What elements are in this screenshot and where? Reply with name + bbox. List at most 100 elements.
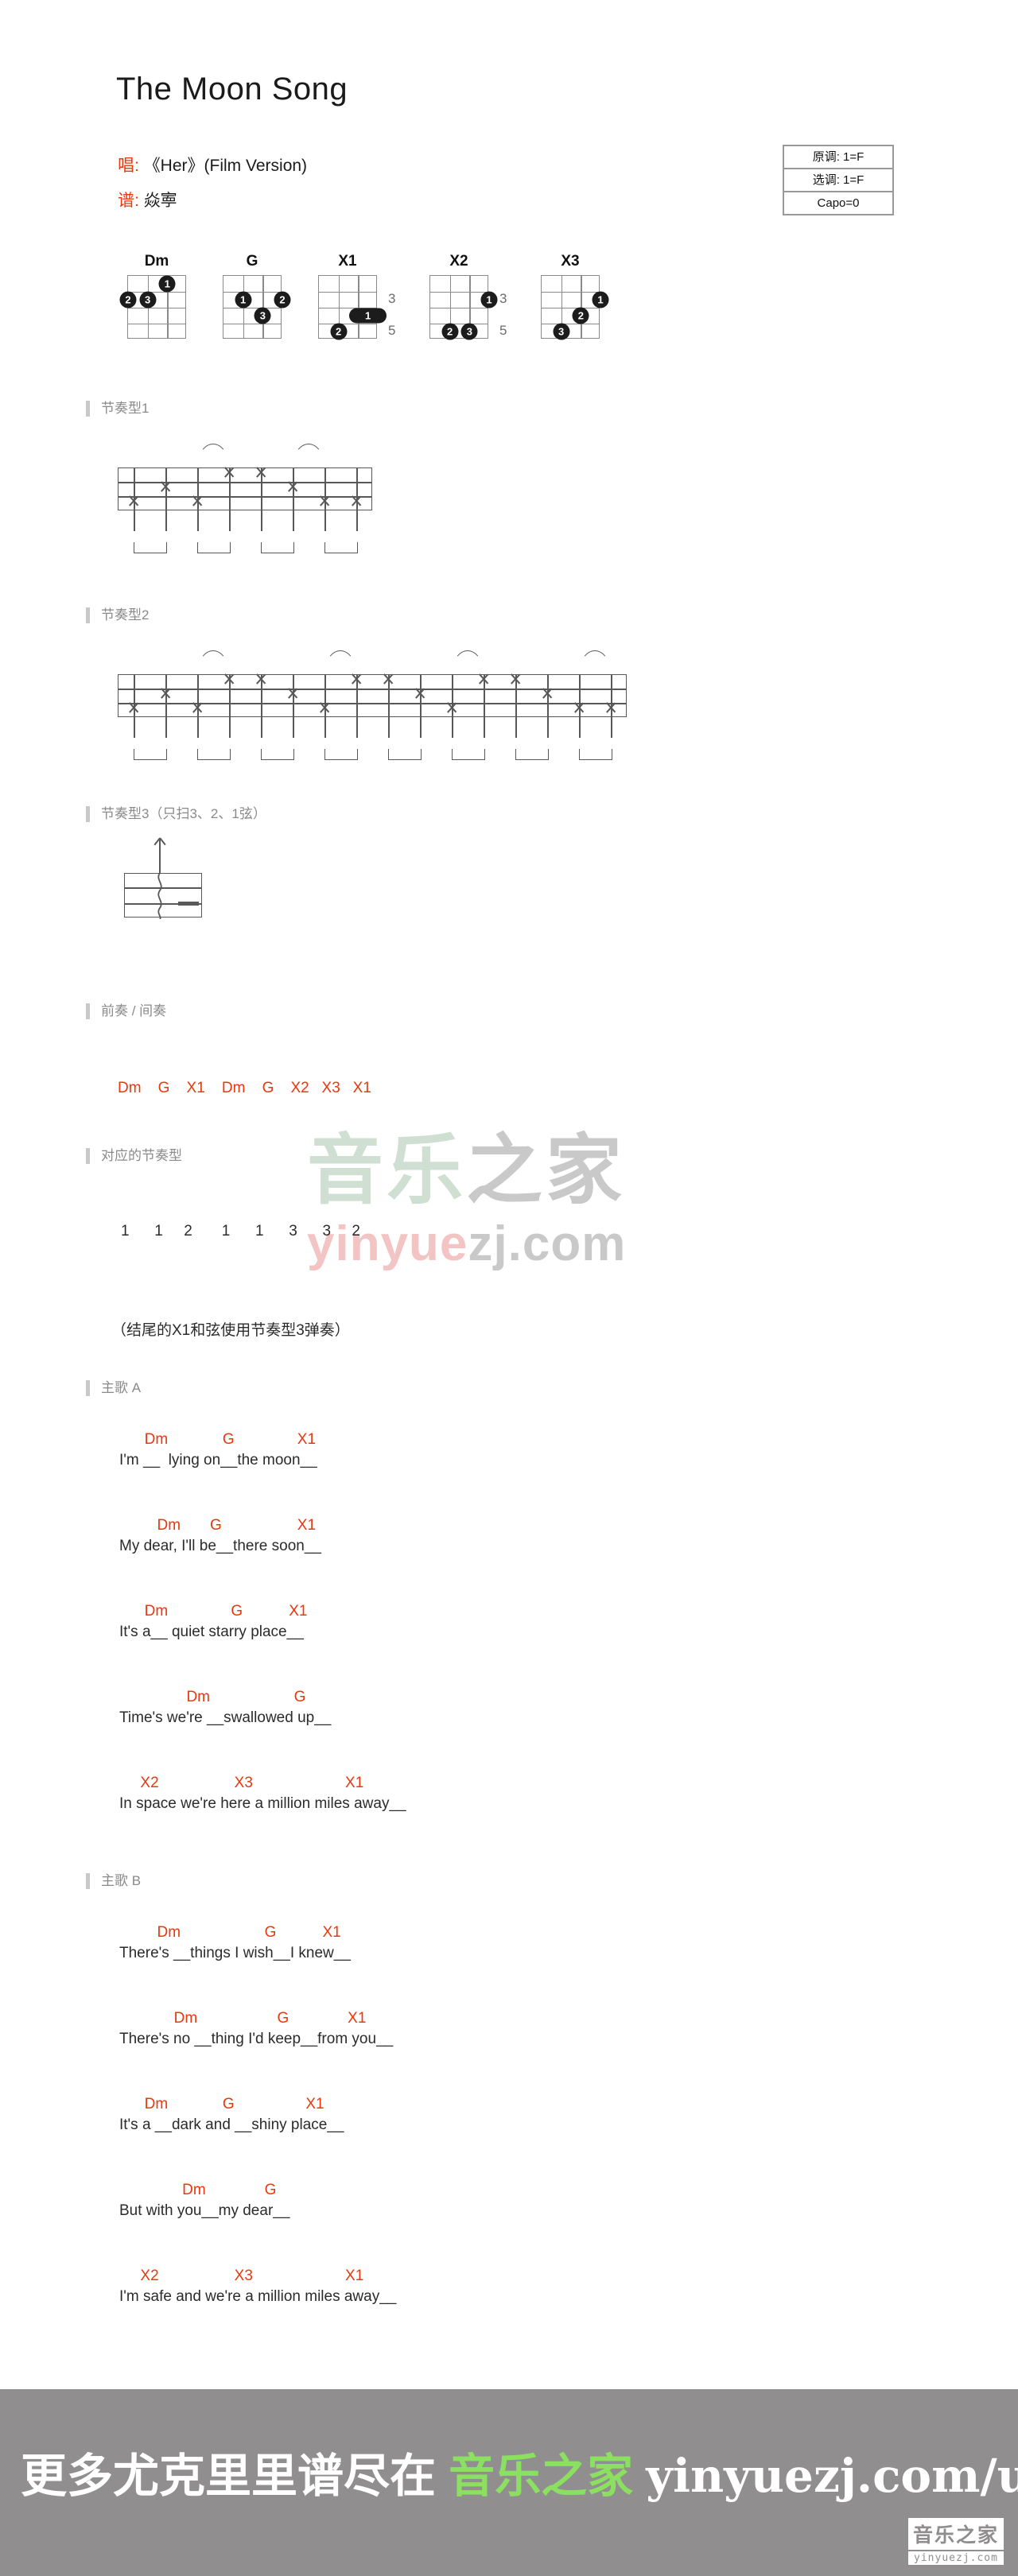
tab-staff-box: [118, 467, 372, 510]
chord-fretboard-grid: 12: [318, 275, 387, 340]
beat-bracket: [388, 749, 422, 760]
verse-b-chord-line: Dm G X1: [119, 1924, 341, 1941]
note-stem: [356, 510, 358, 531]
singer-label: 唱:: [118, 157, 139, 175]
strum-x-mark: [509, 673, 522, 685]
note-stem: [134, 510, 135, 531]
beat-bracket: [515, 749, 549, 760]
tie-slur: [197, 650, 229, 661]
note-stem: [229, 717, 231, 738]
finger-dot: 3: [139, 291, 157, 308]
strum-x-mark: [414, 687, 426, 700]
finger-dot: 3: [553, 323, 570, 340]
note-stem: [165, 510, 167, 531]
intro-chord-row: Dm G X1 Dm G X2 X3 X1: [118, 1080, 371, 1096]
watermark-en-grey: zj.com: [468, 1216, 627, 1271]
finger-dot: 2: [330, 323, 348, 340]
chord-fretboard-grid: 123: [541, 275, 609, 340]
note-stem: [324, 717, 326, 738]
chord-fretboard-grid: 123: [429, 275, 498, 340]
finger-dot: 1: [592, 291, 609, 308]
beat-bracket: [261, 542, 294, 553]
verse-b-chord-line: Dm G: [119, 2182, 277, 2198]
arranger-value: 焱寕: [143, 192, 177, 210]
note-stem: [261, 510, 262, 531]
finger-dot: 3: [460, 323, 478, 340]
section-rhythm1: 节奏型1: [86, 401, 149, 417]
fret-position-number: 5: [499, 323, 507, 338]
footer-banner: 更多尤克里里谱尽在 音乐之家 yinyuezj.com/ukulele 音乐之家…: [0, 2389, 1018, 2576]
strum-x-mark: [159, 480, 172, 493]
chord-diagram-dm: Dm 1 2 3: [119, 253, 186, 339]
strum-x-mark: [382, 673, 394, 685]
r3-duration-dash: [178, 902, 199, 906]
note-stem: [547, 717, 549, 738]
beat-bracket: [579, 749, 612, 760]
strum-x-mark: [318, 701, 331, 714]
chord-name-label: X1: [338, 253, 357, 270]
note-stem: [229, 510, 231, 531]
note-stem: [165, 717, 167, 738]
footer-lead: 更多尤克里里谱尽在: [21, 2450, 437, 2502]
fret-position-number: 3: [388, 291, 396, 306]
footer-brand: 音乐之家: [449, 2450, 634, 2502]
fret-line: [319, 292, 376, 293]
finger-dot: 2: [274, 291, 291, 308]
note-stem: [484, 717, 485, 738]
strum-x-mark: [350, 495, 363, 507]
chord-diagram-g: G 1 23: [223, 253, 291, 339]
finger-number: 1: [365, 309, 371, 322]
note-stem: [420, 717, 422, 738]
beat-bracket: [134, 749, 167, 760]
footer-url[interactable]: yinyuezj.com/ukulele: [646, 2449, 1018, 2503]
note-stem: [515, 717, 517, 738]
watermark-cn-grey: 之家: [466, 1128, 625, 1213]
chord-name-label: G: [246, 253, 258, 270]
beat-bracket: [261, 749, 294, 760]
beat-bracket: [324, 749, 358, 760]
strum-x-mark: [159, 687, 172, 700]
tie-slur: [197, 444, 229, 455]
tie-slur: [324, 650, 356, 661]
capo-row: Capo=0: [817, 196, 860, 210]
verse-a-lyric-line: I'm __ lying on__the moon__: [119, 1452, 317, 1468]
footer-logo-en: yinyuezj.com: [907, 2551, 1004, 2565]
string-line: [358, 276, 359, 338]
fret-position-number: 3: [499, 291, 507, 306]
section-rhythm3: 节奏型3（只扫3、2、1弦）: [86, 806, 266, 822]
beat-bracket: [452, 749, 485, 760]
strum-x-mark: [286, 687, 299, 700]
chord-fretboard-grid: 123: [223, 275, 291, 339]
strum-x-mark: [477, 673, 490, 685]
note-stem: [197, 510, 199, 531]
fret-line: [430, 292, 488, 293]
chord-name-label: X2: [449, 253, 468, 270]
note-stem: [324, 510, 326, 531]
fret-position-number: 5: [388, 323, 396, 338]
note-stem: [611, 717, 612, 738]
strum-x-mark: [223, 673, 235, 685]
key-info-box: 原调: 1=F 选调: 1=F Capo=0: [783, 145, 894, 215]
fret-line: [542, 292, 599, 293]
strum-x-mark: [573, 701, 585, 714]
note-stem: [452, 717, 453, 738]
footer-logo: 音乐之家 yinyuezj.com: [907, 2518, 1004, 2565]
section-pattern-map: 对应的节奏型: [86, 1148, 182, 1164]
note-stem: [293, 717, 294, 738]
chord-name-label: X3: [561, 253, 580, 270]
watermark-chinese: 音乐之家: [307, 1133, 721, 1209]
tab-staff-line: [118, 482, 372, 483]
chord-fretboard-grid: 123: [119, 275, 186, 339]
fret-line: [128, 292, 185, 293]
verse-a-chord-line: X2 X3 X1: [119, 1775, 364, 1791]
note-stem: [197, 717, 199, 738]
strum-x-mark: [445, 701, 458, 714]
intro-note: （结尾的X1和弦使用节奏型3弹奏）: [111, 1322, 350, 1339]
beat-bracket: [197, 542, 231, 553]
strum-x-mark: [191, 495, 204, 507]
strum-x-mark: [604, 701, 617, 714]
note-stem: [579, 717, 581, 738]
strum-x-mark: [350, 673, 363, 685]
verse-b-chord-line: X2 X3 X1: [119, 2268, 364, 2284]
chord-diagram-x2: X2 1 2 3 3 5: [429, 253, 507, 340]
